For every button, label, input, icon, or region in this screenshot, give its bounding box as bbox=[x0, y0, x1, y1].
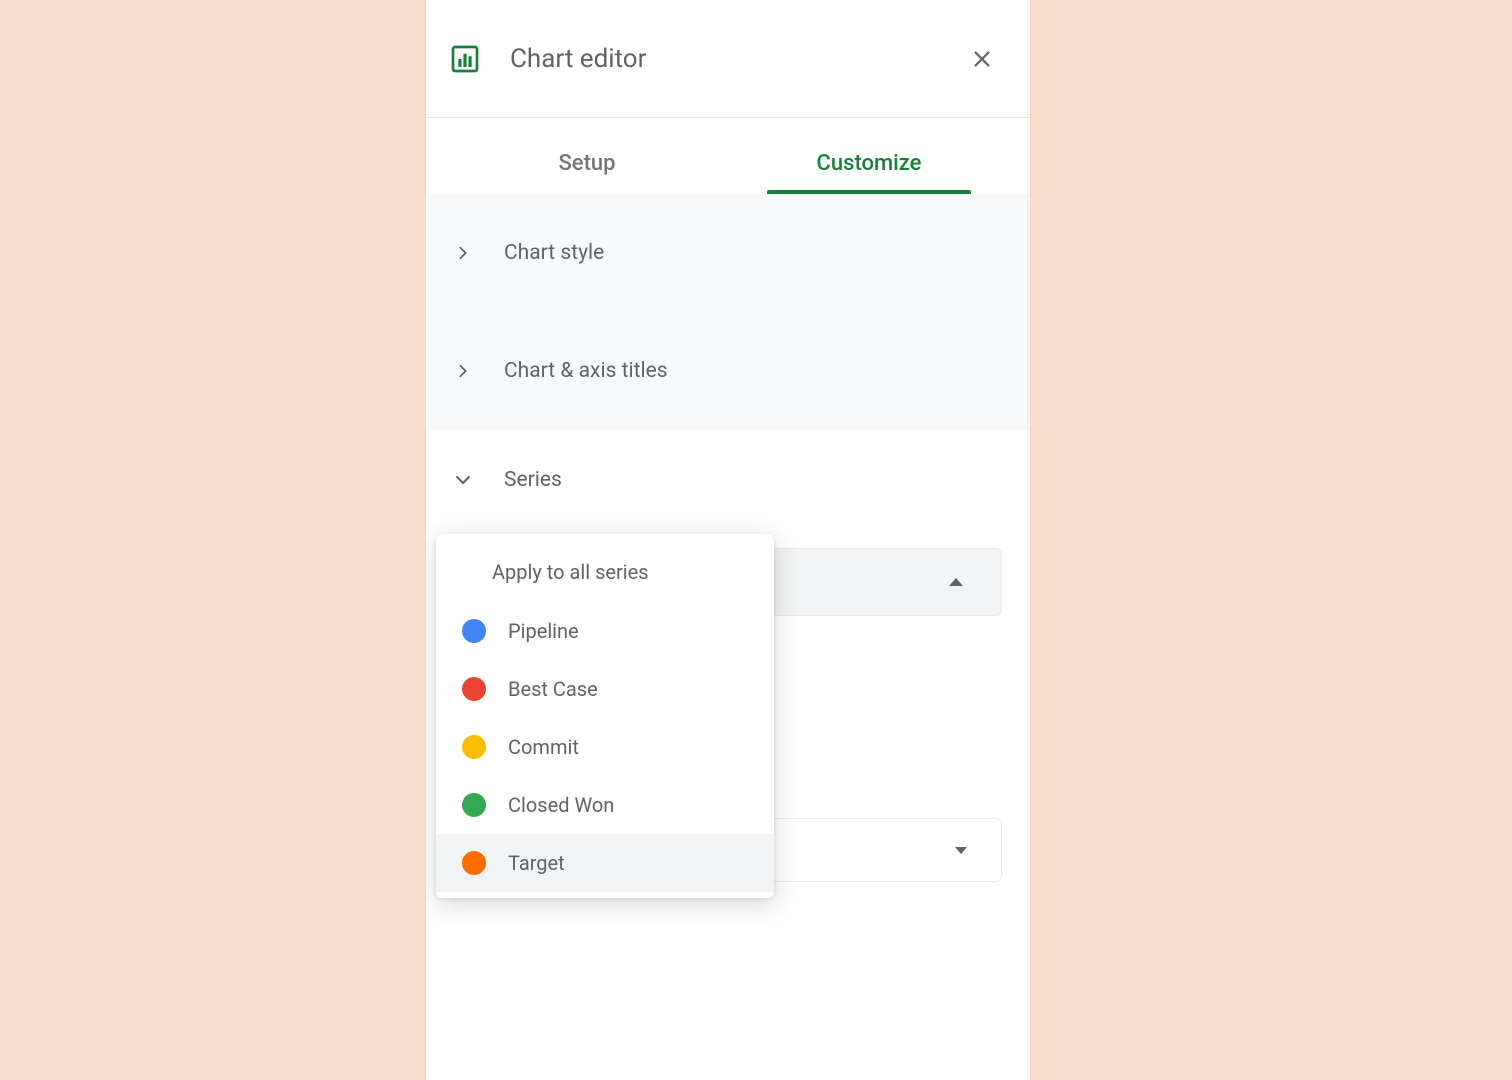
caret-down-icon bbox=[955, 847, 967, 854]
section-chart-style: Chart style bbox=[426, 194, 1030, 312]
chart-editor-panel: Chart editor Setup Customize Chart style… bbox=[426, 0, 1030, 1080]
chevron-down-icon bbox=[448, 465, 478, 495]
series-dropdown: Apply to all series Pipeline Best Case C… bbox=[436, 534, 774, 898]
tab-customize[interactable]: Customize bbox=[728, 151, 1010, 194]
section-chart-axis-titles-label: Chart & axis titles bbox=[504, 359, 668, 383]
chart-icon bbox=[448, 42, 482, 76]
series-option-pipeline[interactable]: Pipeline bbox=[436, 602, 774, 660]
chevron-right-icon bbox=[448, 356, 478, 386]
color-swatch bbox=[462, 619, 486, 643]
scrollbar[interactable] bbox=[1027, 0, 1030, 1080]
series-option-target[interactable]: Target bbox=[436, 834, 774, 892]
tabs: Setup Customize bbox=[426, 118, 1030, 194]
panel-title: Chart editor bbox=[510, 44, 962, 74]
color-swatch bbox=[462, 735, 486, 759]
color-swatch bbox=[462, 793, 486, 817]
section-series: Series Apply to all series Pipeline bbox=[426, 430, 1030, 748]
tab-setup[interactable]: Setup bbox=[446, 151, 728, 194]
panel-header: Chart editor bbox=[426, 0, 1030, 118]
series-option-best-case[interactable]: Best Case bbox=[436, 660, 774, 718]
chevron-right-icon bbox=[448, 238, 478, 268]
close-icon bbox=[971, 48, 993, 70]
series-dropdown-apply-all[interactable]: Apply to all series bbox=[436, 548, 774, 602]
series-body: Apply to all series Pipeline Best Case C… bbox=[426, 530, 1030, 748]
section-series-header[interactable]: Series bbox=[426, 430, 1030, 530]
series-option-commit[interactable]: Commit bbox=[436, 718, 774, 776]
series-option-label: Closed Won bbox=[508, 793, 614, 817]
caret-up-icon bbox=[949, 578, 963, 586]
series-option-label: Target bbox=[508, 851, 565, 875]
color-swatch bbox=[462, 851, 486, 875]
close-button[interactable] bbox=[962, 39, 1002, 79]
series-option-label: Best Case bbox=[508, 677, 598, 701]
series-option-closed-won[interactable]: Closed Won bbox=[436, 776, 774, 834]
section-chart-axis-titles-header[interactable]: Chart & axis titles bbox=[426, 312, 1030, 430]
section-series-label: Series bbox=[504, 468, 562, 492]
series-option-label: Pipeline bbox=[508, 619, 579, 643]
section-chart-style-header[interactable]: Chart style bbox=[426, 194, 1030, 312]
section-chart-axis-titles: Chart & axis titles bbox=[426, 312, 1030, 430]
section-chart-style-label: Chart style bbox=[504, 241, 604, 265]
color-swatch bbox=[462, 677, 486, 701]
series-option-label: Commit bbox=[508, 735, 579, 759]
